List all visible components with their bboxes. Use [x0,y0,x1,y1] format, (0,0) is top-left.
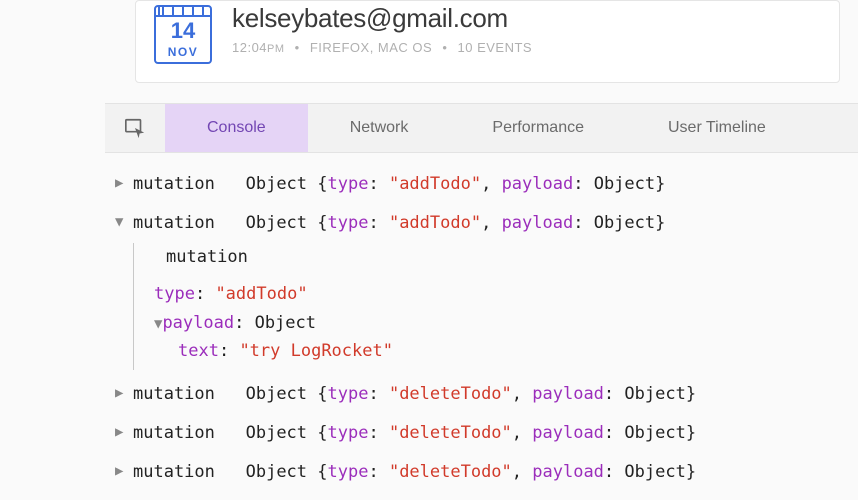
calendar-icon: 14 NOV [154,5,212,64]
disclosure-collapsed-icon[interactable]: ▶ [115,419,133,445]
log-row[interactable]: ▶ mutation Object {type: "deleteTodo", p… [115,453,858,492]
tab-performance[interactable]: Performance [450,104,626,152]
inspect-icon [124,117,146,139]
devtools-tabs: Console Network Performance User Timelin… [105,103,858,153]
tab-network[interactable]: Network [308,104,451,152]
calendar-month: NOV [168,45,199,59]
tab-user-timeline[interactable]: User Timeline [626,104,808,152]
log-row[interactable]: ▶ mutation Object {type: "addTodo", payl… [115,165,858,204]
log-row-expanded[interactable]: ▼ mutation Object {type: "addTodo", payl… [115,204,858,243]
disclosure-collapsed-icon[interactable]: ▶ [115,170,133,196]
session-browser: FIREFOX, MAC OS [310,40,432,55]
log-row[interactable]: ▶ mutation Object {type: "deleteTodo", p… [115,414,858,453]
log-label: mutation [154,243,858,280]
session-email: kelseybates@gmail.com [232,3,821,34]
calendar-day: 14 [171,17,195,45]
log-expanded-detail: mutation type: "addTodo" ▼ payload: Obje… [133,243,858,371]
disclosure-expanded-icon[interactable]: ▼ [115,209,133,235]
log-row[interactable]: ▶ mutation Object {type: "deleteTodo", p… [115,375,858,414]
session-meta: 12:04PM • FIREFOX, MAC OS • 10 EVENTS [232,40,821,55]
disclosure-collapsed-icon[interactable]: ▶ [115,458,133,484]
console-output: ▶ mutation Object {type: "addTodo", payl… [105,153,858,492]
tab-console[interactable]: Console [165,104,308,152]
session-events: 10 EVENTS [458,40,533,55]
disclosure-collapsed-icon[interactable]: ▶ [115,380,133,406]
inspect-button[interactable] [105,104,165,152]
session-card: 14 NOV kelseybates@gmail.com 12:04PM • F… [135,0,840,83]
